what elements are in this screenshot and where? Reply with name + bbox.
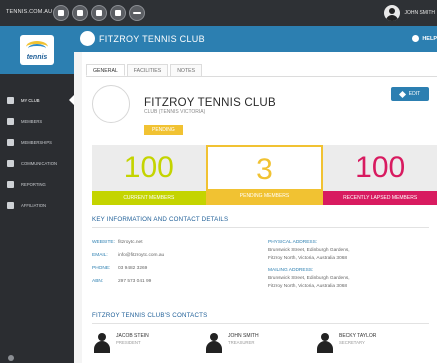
settings-icon[interactable] bbox=[8, 355, 14, 361]
club-card: GENERAL FACILITIES NOTES EDIT FITZROY TE… bbox=[82, 52, 437, 363]
club-header: FITZROY TENNIS CLUB HELP bbox=[74, 26, 437, 52]
sidebar: tennis MY CLUB MEMBERS MEMBERSHIPS COMMU… bbox=[0, 26, 74, 363]
logo-text: tennis bbox=[26, 54, 48, 61]
club-subtitle: CLUB (TENNIS VICTORIA) bbox=[144, 109, 206, 115]
lapsed-members-stat[interactable]: 100 RECENTLY LAPSED MEMBERS bbox=[323, 145, 437, 205]
contact-role: TREASURER bbox=[228, 340, 255, 345]
physical-address-line1: Brunswick Street, Edinburgh Gardens, bbox=[268, 248, 350, 253]
stat-label: PENDING MEMBERS bbox=[207, 189, 322, 203]
tab-facilities[interactable]: FACILITIES bbox=[126, 64, 169, 76]
memberships-icon bbox=[7, 139, 14, 146]
contact-card[interactable]: JACOB STEIN PRESIDENT bbox=[93, 333, 149, 355]
stat-value: 100 bbox=[355, 151, 406, 184]
tab-bar: GENERAL FACILITIES NOTES bbox=[86, 64, 204, 76]
contact-card[interactable]: JOHN SMITH TREASURER bbox=[205, 333, 259, 355]
sidebar-item-members[interactable]: MEMBERS bbox=[0, 111, 74, 132]
user-avatar bbox=[384, 5, 401, 21]
edit-label: EDIT bbox=[408, 91, 421, 97]
help-button[interactable]: HELP bbox=[412, 35, 437, 42]
stat-label: RECENTLY LAPSED MEMBERS bbox=[323, 191, 437, 205]
website-label: WEBSITE: bbox=[92, 240, 115, 245]
square-icon[interactable] bbox=[53, 5, 69, 21]
shield-icon[interactable] bbox=[72, 5, 88, 21]
club-logo bbox=[92, 85, 130, 123]
club-avatar bbox=[80, 31, 95, 46]
contact-role: SECRETARY bbox=[339, 340, 365, 345]
sidebar-item-my-club[interactable]: MY CLUB bbox=[0, 90, 74, 111]
contact-name: JOHN SMITH bbox=[228, 333, 259, 339]
physical-address-line2: Fitzroy North, Victoria, Australia 3068 bbox=[268, 256, 348, 261]
phone-value[interactable]: 03 9482 3269 bbox=[118, 266, 147, 271]
sidebar-item-label: AFFILIATION bbox=[21, 203, 47, 208]
club-name: FITZROY TENNIS CLUB bbox=[144, 97, 276, 109]
help-icon bbox=[412, 35, 420, 42]
main-content: GENERAL FACILITIES NOTES EDIT FITZROY TE… bbox=[74, 52, 437, 363]
contact-card[interactable]: BECKY TAYLOR SECRETARY bbox=[316, 333, 376, 355]
contact-role: PRESIDENT bbox=[116, 340, 141, 345]
pending-members-stat[interactable]: 3 PENDING MEMBERS bbox=[205, 145, 324, 205]
communication-icon bbox=[7, 160, 14, 167]
phone-label: PHONE: bbox=[92, 266, 111, 271]
sidebar-item-label: MY CLUB bbox=[21, 98, 40, 103]
star-icon[interactable] bbox=[110, 5, 126, 21]
abn-value: 297 573 041 99 bbox=[118, 279, 152, 284]
page-title: FITZROY TENNIS CLUB bbox=[99, 34, 205, 44]
more-icon[interactable] bbox=[129, 5, 145, 21]
tab-general[interactable]: GENERAL bbox=[86, 64, 125, 76]
stat-value: 3 bbox=[256, 153, 273, 186]
sidebar-nav: MY CLUB MEMBERS MEMBERSHIPS COMMUNICATIO… bbox=[0, 90, 74, 216]
affiliation-icon bbox=[7, 202, 14, 209]
email-label: EMAIL: bbox=[92, 253, 108, 258]
sidebar-item-reporting[interactable]: REPORTING bbox=[0, 174, 74, 195]
sidebar-item-memberships[interactable]: MEMBERSHIPS bbox=[0, 132, 74, 153]
chat-icon[interactable] bbox=[91, 5, 107, 21]
contacts-title: FITZROY TENNIS CLUB'S CONTACTS bbox=[92, 312, 208, 319]
current-members-stat[interactable]: 100 CURRENT MEMBERS bbox=[92, 145, 206, 205]
mailing-address-line1: Brunswick Street, Edinburgh Gardens, bbox=[268, 276, 350, 281]
mailing-address-label: MAILING ADDRESS: bbox=[268, 268, 314, 273]
contact-name: BECKY TAYLOR bbox=[339, 333, 377, 339]
website-value[interactable]: fitzroytc.net bbox=[118, 240, 143, 245]
edit-button[interactable]: EDIT bbox=[391, 87, 429, 101]
members-icon bbox=[7, 118, 14, 125]
sidebar-item-affiliation[interactable]: AFFILIATION bbox=[0, 195, 74, 216]
top-bar: TENNIS.COM.AU JOHN SMITH bbox=[0, 0, 437, 26]
brand-name[interactable]: TENNIS.COM.AU bbox=[6, 9, 52, 15]
sidebar-item-label: MEMBERS bbox=[21, 119, 43, 124]
home-icon bbox=[7, 97, 14, 104]
email-value[interactable]: info@fitzroytc.com.au bbox=[118, 253, 164, 258]
sidebar-item-label: MEMBERSHIPS bbox=[21, 140, 52, 145]
avatar bbox=[205, 333, 223, 353]
stat-value: 100 bbox=[123, 151, 174, 184]
sidebar-item-communication[interactable]: COMMUNICATION bbox=[0, 153, 74, 174]
status-badge: PENDING bbox=[144, 125, 183, 135]
abn-label: ABN: bbox=[92, 279, 104, 284]
user-name: JOHN SMITH bbox=[404, 10, 435, 16]
stat-label: CURRENT MEMBERS bbox=[92, 191, 206, 205]
avatar bbox=[316, 333, 334, 353]
tennis-logo[interactable]: tennis bbox=[0, 26, 74, 74]
user-menu[interactable]: JOHN SMITH bbox=[384, 5, 437, 21]
reporting-icon bbox=[7, 181, 14, 188]
sidebar-item-label: COMMUNICATION bbox=[21, 161, 57, 166]
member-stats: 100 CURRENT MEMBERS 3 PENDING MEMBERS 10… bbox=[92, 145, 437, 205]
pencil-icon bbox=[398, 90, 406, 98]
key-info-title: KEY INFORMATION AND CONTACT DETAILS bbox=[92, 216, 229, 223]
mailing-address-line2: Fitzroy North, Victoria, Australia 3068 bbox=[268, 284, 348, 289]
avatar bbox=[93, 333, 111, 353]
tab-notes[interactable]: NOTES bbox=[170, 64, 203, 76]
help-label: HELP bbox=[422, 35, 437, 42]
sidebar-item-label: REPORTING bbox=[21, 182, 46, 187]
physical-address-label: PHYSICAL ADDRESS: bbox=[268, 240, 318, 245]
contact-name: JACOB STEIN bbox=[116, 333, 149, 339]
